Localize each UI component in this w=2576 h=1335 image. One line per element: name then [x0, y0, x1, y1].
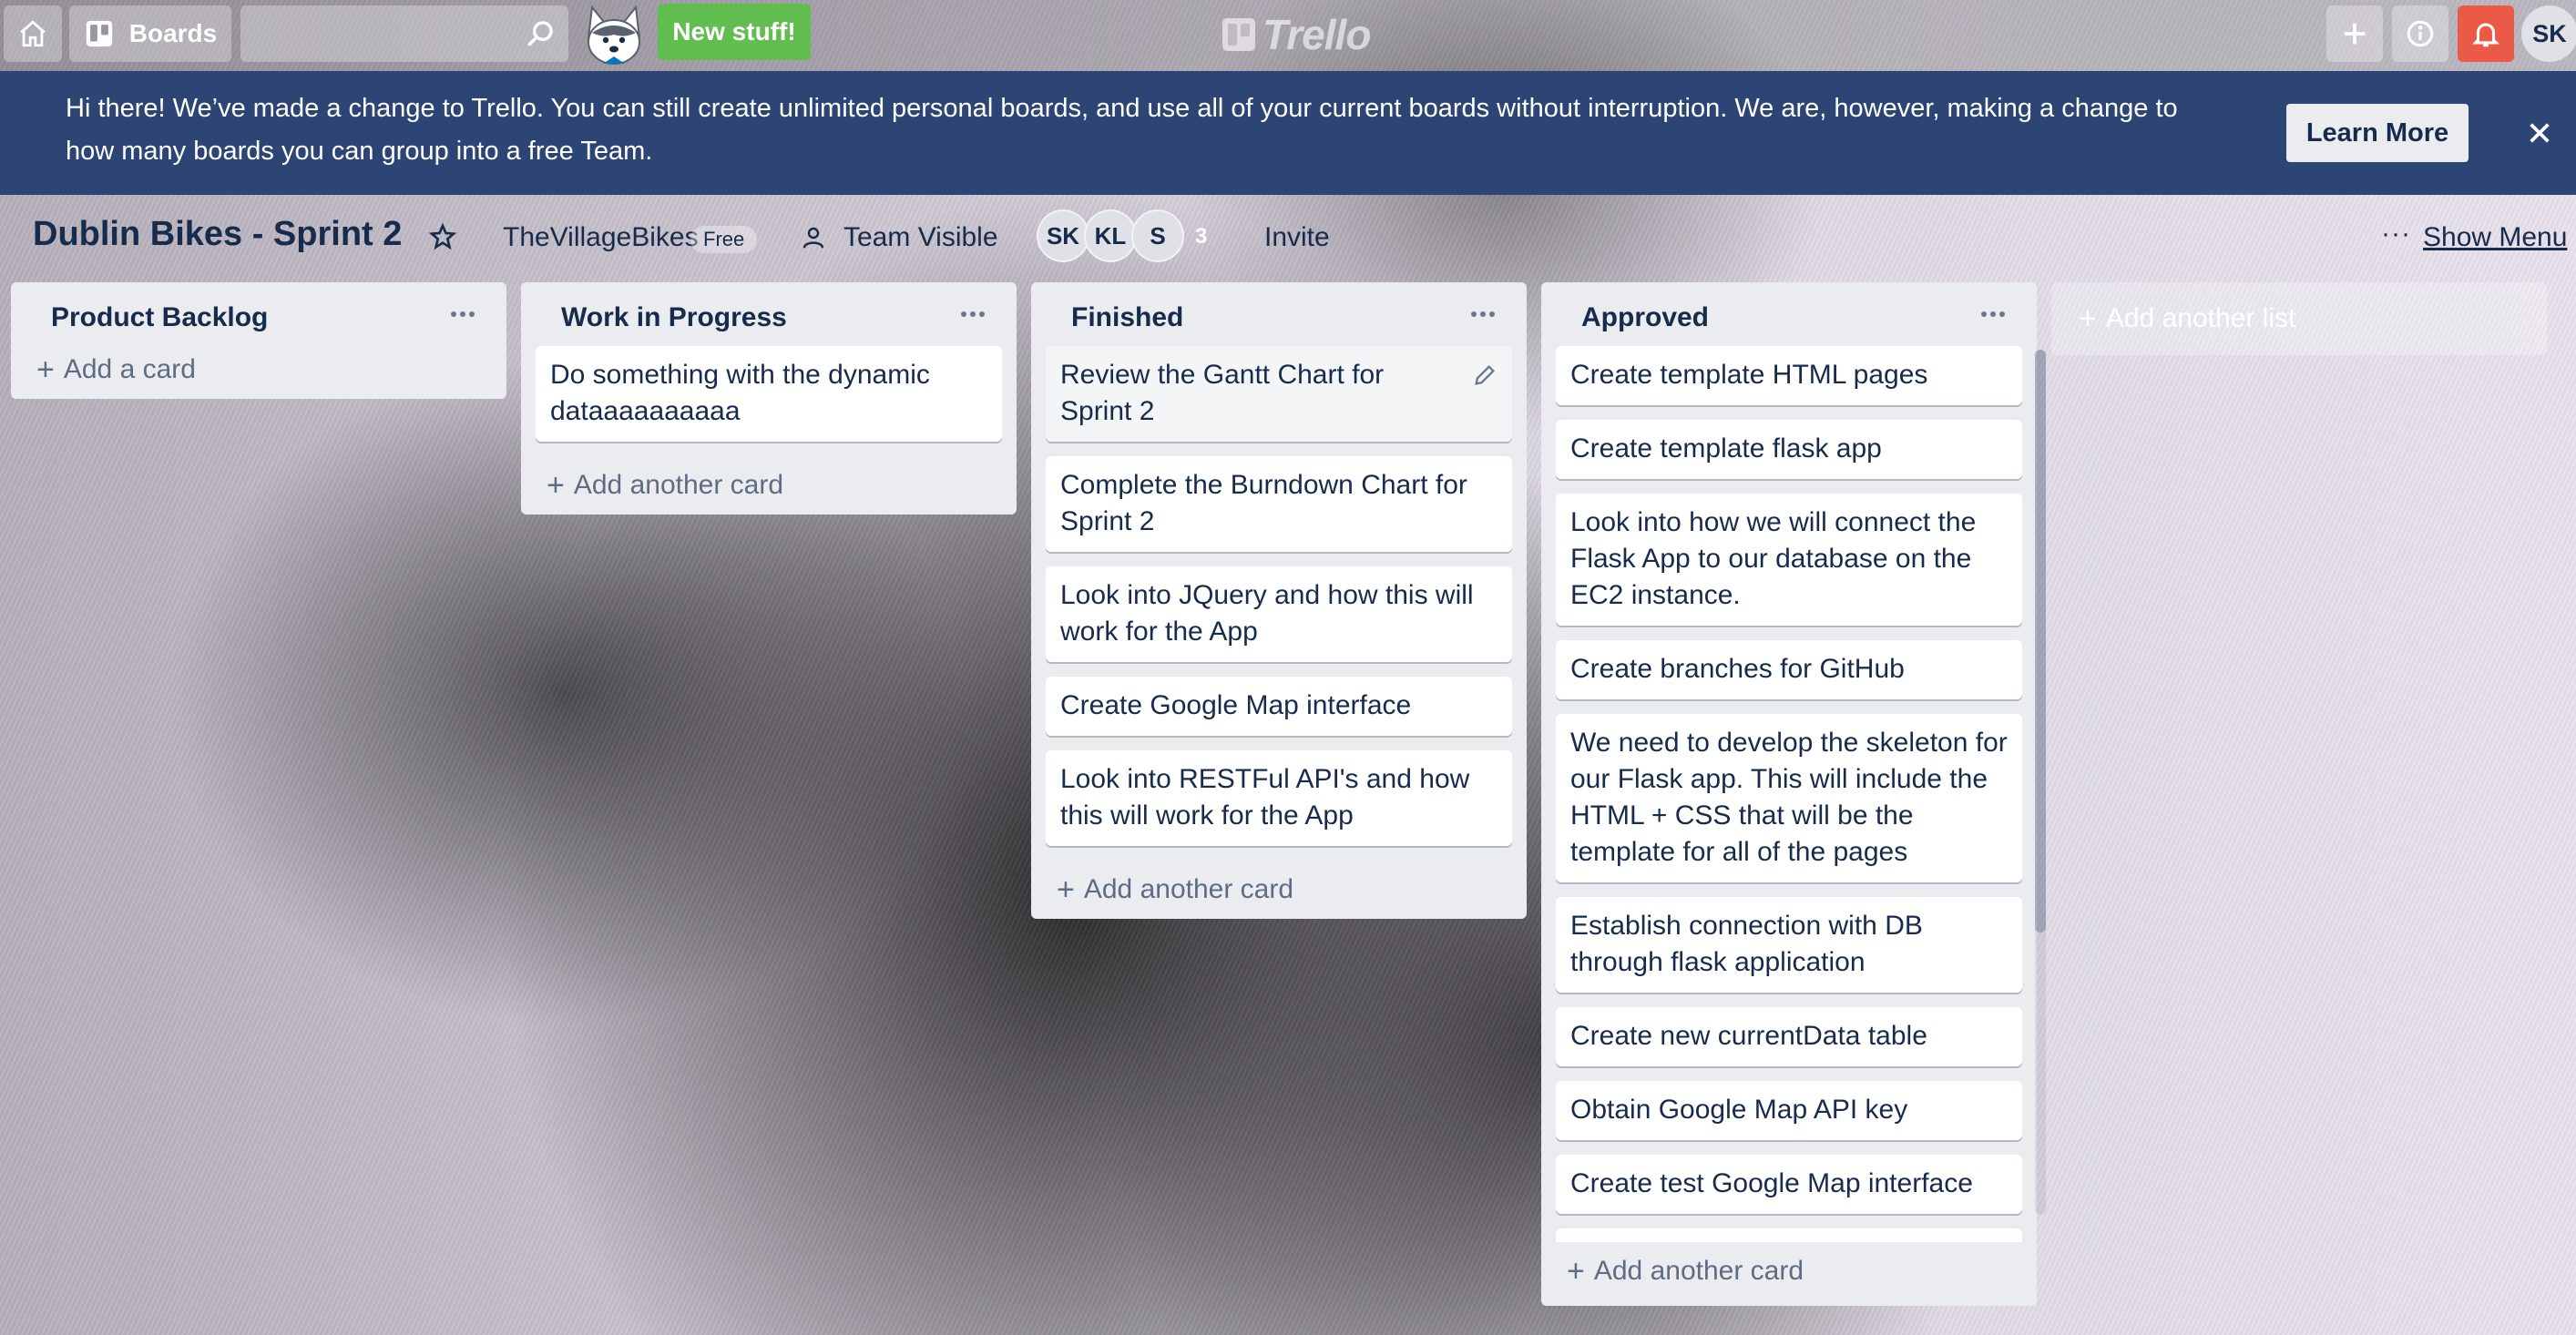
- boards-icon: [86, 20, 112, 47]
- notifications-button[interactable]: [2458, 5, 2514, 62]
- taco-mascot-icon[interactable]: [579, 2, 649, 69]
- home-button[interactable]: [4, 5, 62, 62]
- member-avatar-s[interactable]: S: [1131, 209, 1184, 262]
- list-work-in-progress: Work in Progress Do something with the d…: [521, 282, 1017, 515]
- card[interactable]: [1556, 1228, 2022, 1242]
- card[interactable]: Create test Google Map interface: [1556, 1155, 2022, 1214]
- info-icon: [2407, 20, 2434, 47]
- plus-icon: +: [547, 468, 565, 503]
- home-icon: [20, 20, 46, 47]
- list-menu-icon[interactable]: [1461, 293, 1505, 335]
- list-scrollbar-thumb[interactable]: [2035, 350, 2046, 932]
- cards-container: Create template HTML pages Create templa…: [1556, 346, 2022, 1242]
- list-product-backlog: Product Backlog + Add a card: [11, 282, 506, 399]
- more-icon[interactable]: ···: [2381, 219, 2411, 250]
- add-card-button[interactable]: + Add a card: [26, 341, 492, 399]
- add-card-label: Add another card: [1593, 1256, 1804, 1286]
- member-avatar-sk[interactable]: SK: [1037, 209, 1089, 262]
- team-name[interactable]: TheVillageBikes: [503, 222, 699, 253]
- plan-badge: Free: [690, 226, 758, 253]
- boards-button[interactable]: Boards: [69, 5, 231, 62]
- list-title[interactable]: Approved: [1581, 302, 1709, 333]
- card[interactable]: We need to develop the skeleton for our …: [1556, 714, 2022, 882]
- card[interactable]: Create branches for GitHub: [1556, 640, 2022, 699]
- learn-more-button[interactable]: Learn More: [2286, 104, 2469, 162]
- announcement-banner: Hi there! We’ve made a change to Trello.…: [0, 71, 2576, 195]
- star-icon[interactable]: [428, 222, 457, 251]
- edit-icon[interactable]: [1472, 362, 1498, 388]
- add-card-button[interactable]: + Add another card: [1046, 861, 1512, 919]
- banner-message: Hi there! We’ve made a change to Trello.…: [66, 94, 2178, 166]
- search-input[interactable]: [240, 5, 543, 62]
- plus-icon: +: [2079, 301, 2097, 336]
- visibility-button[interactable]: Team Visible: [843, 222, 998, 253]
- list-header: Finished: [1046, 282, 1512, 346]
- trello-logo-mark-icon: [1222, 18, 1255, 51]
- card-title: Review the Gantt Chart for Sprint 2: [1060, 360, 1385, 426]
- card[interactable]: Establish connection with DB through fla…: [1556, 897, 2022, 993]
- bell-icon: [2471, 23, 2500, 47]
- member-count[interactable]: 3: [1195, 224, 1207, 250]
- user-avatar[interactable]: SK: [2521, 5, 2576, 62]
- boards-label: Boards: [128, 19, 218, 47]
- list-finished: Finished Review the Gantt Chart for Spri…: [1031, 282, 1527, 919]
- search-box[interactable]: [240, 5, 568, 62]
- card[interactable]: Create new currentData table: [1556, 1007, 2022, 1066]
- list-header: Work in Progress: [536, 282, 1002, 346]
- search-icon[interactable]: [525, 18, 556, 49]
- card[interactable]: Create template flask app: [1556, 420, 2022, 479]
- create-button[interactable]: [2326, 5, 2383, 62]
- card[interactable]: Obtain Google Map API key: [1556, 1081, 2022, 1140]
- add-card-label: Add another card: [1083, 874, 1294, 904]
- card[interactable]: Create Google Map interface: [1046, 677, 1512, 736]
- invite-button[interactable]: Invite: [1264, 222, 1330, 253]
- list-title[interactable]: Work in Progress: [561, 302, 787, 333]
- card[interactable]: Look into JQuery and how this will work …: [1046, 566, 1512, 662]
- top-header: Boards New stuff! Trello SK: [0, 0, 2576, 71]
- card[interactable]: Create template HTML pages: [1556, 346, 2022, 405]
- trello-logo-text: Trello: [1262, 11, 1371, 58]
- add-card-button[interactable]: + Add another card: [536, 456, 1002, 515]
- plus-icon: [2344, 23, 2366, 45]
- card[interactable]: Complete the Burndown Chart for Sprint 2: [1046, 456, 1512, 552]
- new-stuff-button[interactable]: New stuff!: [658, 4, 811, 60]
- member-avatar-kl[interactable]: KL: [1084, 209, 1137, 262]
- add-card-button[interactable]: + Add another card: [1556, 1242, 2022, 1300]
- list-title[interactable]: Finished: [1071, 302, 1183, 333]
- list-header: Approved: [1556, 282, 2022, 346]
- add-list-button[interactable]: + Add another list: [2051, 282, 2547, 355]
- card[interactable]: Do something with the dynamic dataaaaaaa…: [536, 346, 1002, 442]
- list-menu-icon[interactable]: [951, 293, 995, 335]
- card[interactable]: Review the Gantt Chart for Sprint 2: [1046, 346, 1512, 442]
- team-visible-icon: [802, 227, 824, 249]
- plus-icon: +: [1057, 872, 1075, 907]
- plus-icon: +: [1567, 1254, 1585, 1289]
- add-card-label: Add a card: [63, 354, 196, 384]
- list-header: Product Backlog: [26, 282, 492, 346]
- add-list-label: Add another list: [2105, 303, 2296, 333]
- list-menu-icon[interactable]: [1971, 293, 2015, 335]
- trello-logo[interactable]: Trello: [1222, 9, 1371, 60]
- plus-icon: +: [36, 352, 55, 387]
- show-menu-button[interactable]: Show Menu: [2423, 222, 2567, 253]
- close-icon[interactable]: [2525, 118, 2554, 148]
- list-menu-icon[interactable]: [441, 293, 485, 335]
- add-card-label: Add another card: [573, 470, 784, 500]
- board-title[interactable]: Dublin Bikes - Sprint 2: [33, 215, 402, 254]
- info-button[interactable]: [2392, 5, 2448, 62]
- list-approved: Approved Create template HTML pages Crea…: [1541, 282, 2046, 1306]
- card[interactable]: Look into how we will connect the Flask …: [1556, 494, 2022, 626]
- card[interactable]: Look into RESTFul API's and how this wil…: [1046, 750, 1512, 846]
- list-title[interactable]: Product Backlog: [51, 302, 268, 333]
